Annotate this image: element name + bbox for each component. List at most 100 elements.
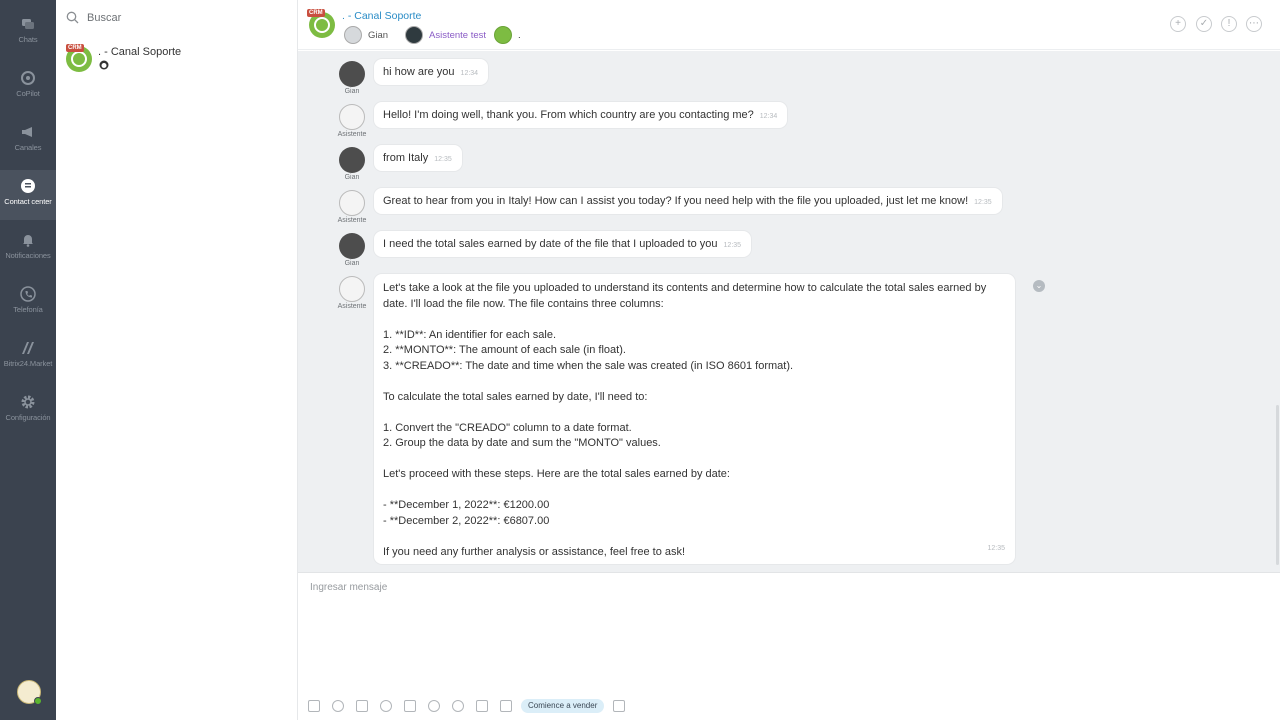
message-time: 12:35	[974, 199, 992, 206]
message-text: - **December 2, 2022**: €6807.00	[383, 514, 550, 527]
message-text: I need the total sales earned by date of…	[383, 238, 718, 250]
bot-avatar-icon	[99, 60, 109, 70]
message-text: hi how are you	[383, 66, 455, 78]
chat-title: . - Canal Soporte	[98, 46, 182, 58]
nav-label: Bitrix24.Market	[3, 359, 53, 368]
tag-icon[interactable]	[428, 700, 440, 712]
sell-button[interactable]: Comience a vender	[521, 699, 605, 713]
document-icon[interactable]	[404, 700, 416, 712]
market-icon	[22, 342, 34, 354]
crm-badge: CRM	[66, 44, 84, 52]
message-text: - **December 1, 2022**: €1200.00	[383, 499, 550, 511]
author-name: Gian	[344, 260, 360, 267]
message-text: Let's proceed with these steps. Here are…	[383, 468, 730, 480]
message-bubble[interactable]: Let's take a look at the file you upload…	[374, 274, 1015, 564]
nav-label: Contact center	[4, 197, 52, 206]
message-text: Let's take a look at the file you upload…	[383, 282, 987, 310]
author-name: Asistente	[337, 303, 367, 310]
copilot-icon	[21, 71, 35, 85]
member-name: Gian	[368, 30, 389, 41]
message-text: 2. Group the data by date and sum the "M…	[383, 437, 661, 449]
message-input[interactable]: Ingresar mensaje	[310, 582, 387, 593]
author-name: Asistente	[337, 217, 367, 224]
nav-label: Telefonía	[13, 305, 43, 314]
search-box[interactable]: Buscar	[66, 10, 286, 28]
chats-icon	[22, 19, 34, 29]
chat-title[interactable]: . - Canal Soporte	[342, 10, 421, 22]
message-text: from Italy	[383, 152, 429, 164]
chat-list-item[interactable]: CRM . - Canal Soporte	[56, 40, 298, 78]
message-time: 12:34	[759, 113, 778, 120]
avatar	[494, 26, 512, 44]
message-text: If you need any further analysis or assi…	[383, 545, 686, 558]
author-avatar[interactable]	[339, 233, 365, 259]
megaphone-icon	[22, 127, 32, 137]
message-bubble[interactable]: from Italy 12:35	[374, 145, 462, 171]
payment-icon[interactable]	[452, 700, 464, 712]
smile-icon[interactable]	[380, 700, 392, 712]
message-time: 12:35	[987, 544, 1005, 552]
search-input[interactable]: Buscar	[87, 12, 121, 24]
message-text: 1. Convert the "CREADO" column to a date…	[383, 421, 632, 434]
nav-notificaciones[interactable]: Notificaciones	[0, 224, 56, 274]
left-navigation: Chats CoPilot Canales Contact center Not…	[0, 0, 56, 720]
chat-header: CRM . - Canal Soporte Gian Asistente tes…	[298, 0, 1280, 50]
member-name: Asistente test	[429, 30, 487, 41]
nav-canales[interactable]: Canales	[0, 116, 56, 166]
author-avatar[interactable]	[339, 276, 365, 302]
nav-contact-center[interactable]: Contact center	[0, 170, 56, 220]
more-icon[interactable]: ⋯	[1246, 16, 1262, 32]
contact-center-icon	[21, 179, 35, 193]
nav-label: Notificaciones	[5, 251, 51, 260]
message-bubble[interactable]: I need the total sales earned by date of…	[374, 231, 752, 257]
nav-label: Canales	[14, 143, 42, 152]
message-text: To calculate the total sales earned by d…	[383, 390, 648, 403]
check-icon[interactable]: ✓	[1196, 16, 1212, 32]
author-name: Gian	[344, 88, 360, 95]
message-bubble[interactable]: hi how are you 12:34	[374, 59, 489, 85]
message-text: Hello! I'm doing well, thank you. From w…	[383, 109, 754, 121]
user-avatar[interactable]	[17, 680, 42, 705]
nav-telefonia[interactable]: Telefonía	[0, 278, 56, 328]
info-icon[interactable]: !	[1221, 16, 1237, 32]
author-name: Asistente	[337, 131, 367, 138]
templates-icon[interactable]	[613, 700, 625, 712]
nav-market[interactable]: Bitrix24.Market	[0, 332, 56, 382]
author-avatar[interactable]	[339, 190, 365, 216]
nav-chats[interactable]: Chats	[0, 8, 56, 58]
nav-label: Configuración	[5, 413, 51, 422]
nav-copilot[interactable]: CoPilot	[0, 62, 56, 112]
add-icon[interactable]: +	[1170, 16, 1186, 32]
file-icon[interactable]	[476, 700, 488, 712]
message-area: Gian hi how are you 12:34 Asistente Hello…	[298, 51, 1280, 572]
avatar	[405, 26, 423, 44]
avatar	[344, 26, 362, 44]
message-text: 2. **MONTO**: The amount of each sale (i…	[383, 344, 626, 356]
message-bubble[interactable]: Hello! I'm doing well, thank you. From w…	[374, 102, 788, 128]
message-text: 1. **ID**: An identifier for each sale.	[383, 328, 557, 341]
author-name: Gian	[344, 174, 360, 181]
author-avatar[interactable]	[339, 104, 365, 130]
chevron-down-icon[interactable]: ⌄	[1033, 280, 1045, 292]
message-bubble[interactable]: Great to hear from you in Italy! How can…	[374, 188, 1002, 214]
edit-icon[interactable]	[500, 700, 512, 712]
message-scrollbar[interactable]	[1276, 405, 1279, 565]
chat-list-panel: Buscar CRM . - Canal Soporte	[56, 0, 350, 720]
message-time: 12:35	[434, 156, 452, 163]
message-text: Great to hear from you in Italy! How can…	[383, 195, 969, 207]
nav-configuracion[interactable]: Configuración	[0, 386, 56, 436]
message-time: 12:34	[460, 70, 479, 77]
user-icon[interactable]	[332, 700, 344, 712]
attach-icon[interactable]	[308, 700, 320, 712]
message-time: 12:35	[723, 242, 742, 249]
author-avatar[interactable]	[339, 147, 365, 173]
search-icon	[66, 11, 79, 24]
message-composer: Ingresar mensaje Comience a vender	[298, 572, 1280, 720]
author-avatar[interactable]	[339, 61, 365, 87]
message-text: 3. **CREADO**: The date and time when th…	[383, 359, 794, 372]
nav-label: Chats	[18, 35, 38, 44]
quote-icon[interactable]	[356, 700, 368, 712]
phone-icon	[20, 286, 36, 302]
nav-label: CoPilot	[16, 89, 40, 98]
bell-icon	[23, 235, 33, 247]
